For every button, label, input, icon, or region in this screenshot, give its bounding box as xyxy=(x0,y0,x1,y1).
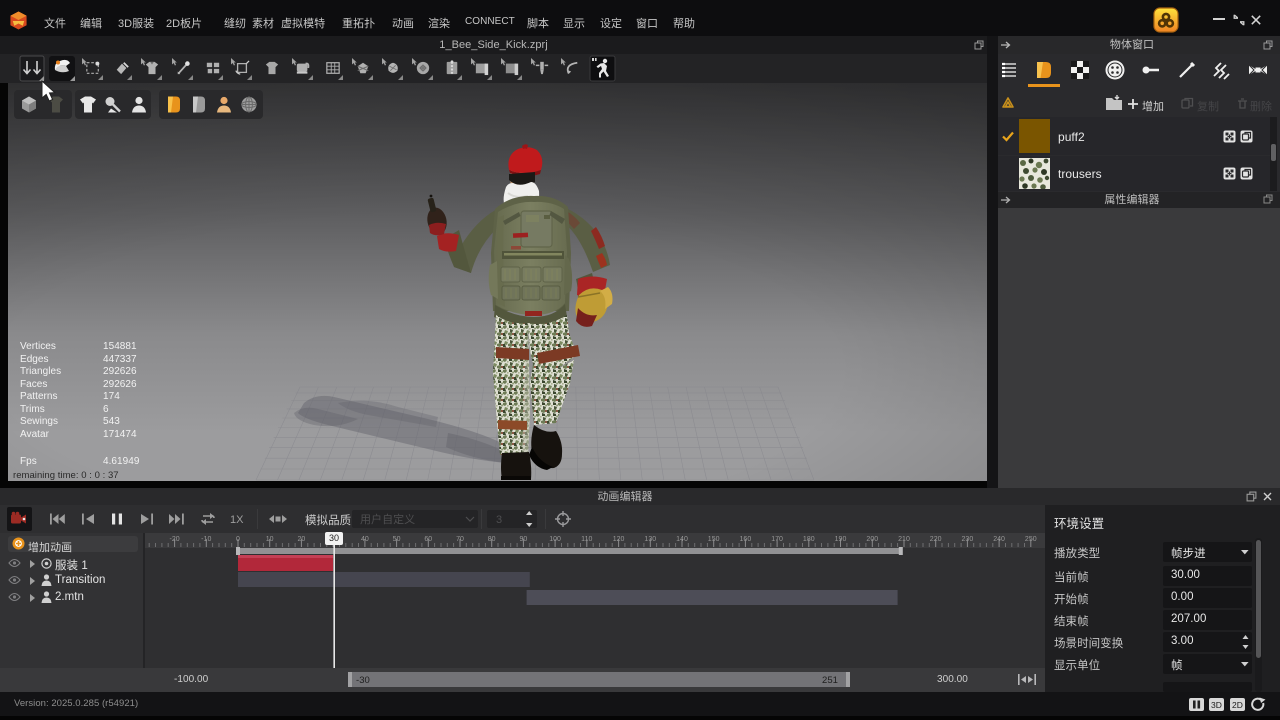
svg-text:2D: 2D xyxy=(1232,700,1243,710)
svg-text:3D: 3D xyxy=(1211,700,1222,710)
